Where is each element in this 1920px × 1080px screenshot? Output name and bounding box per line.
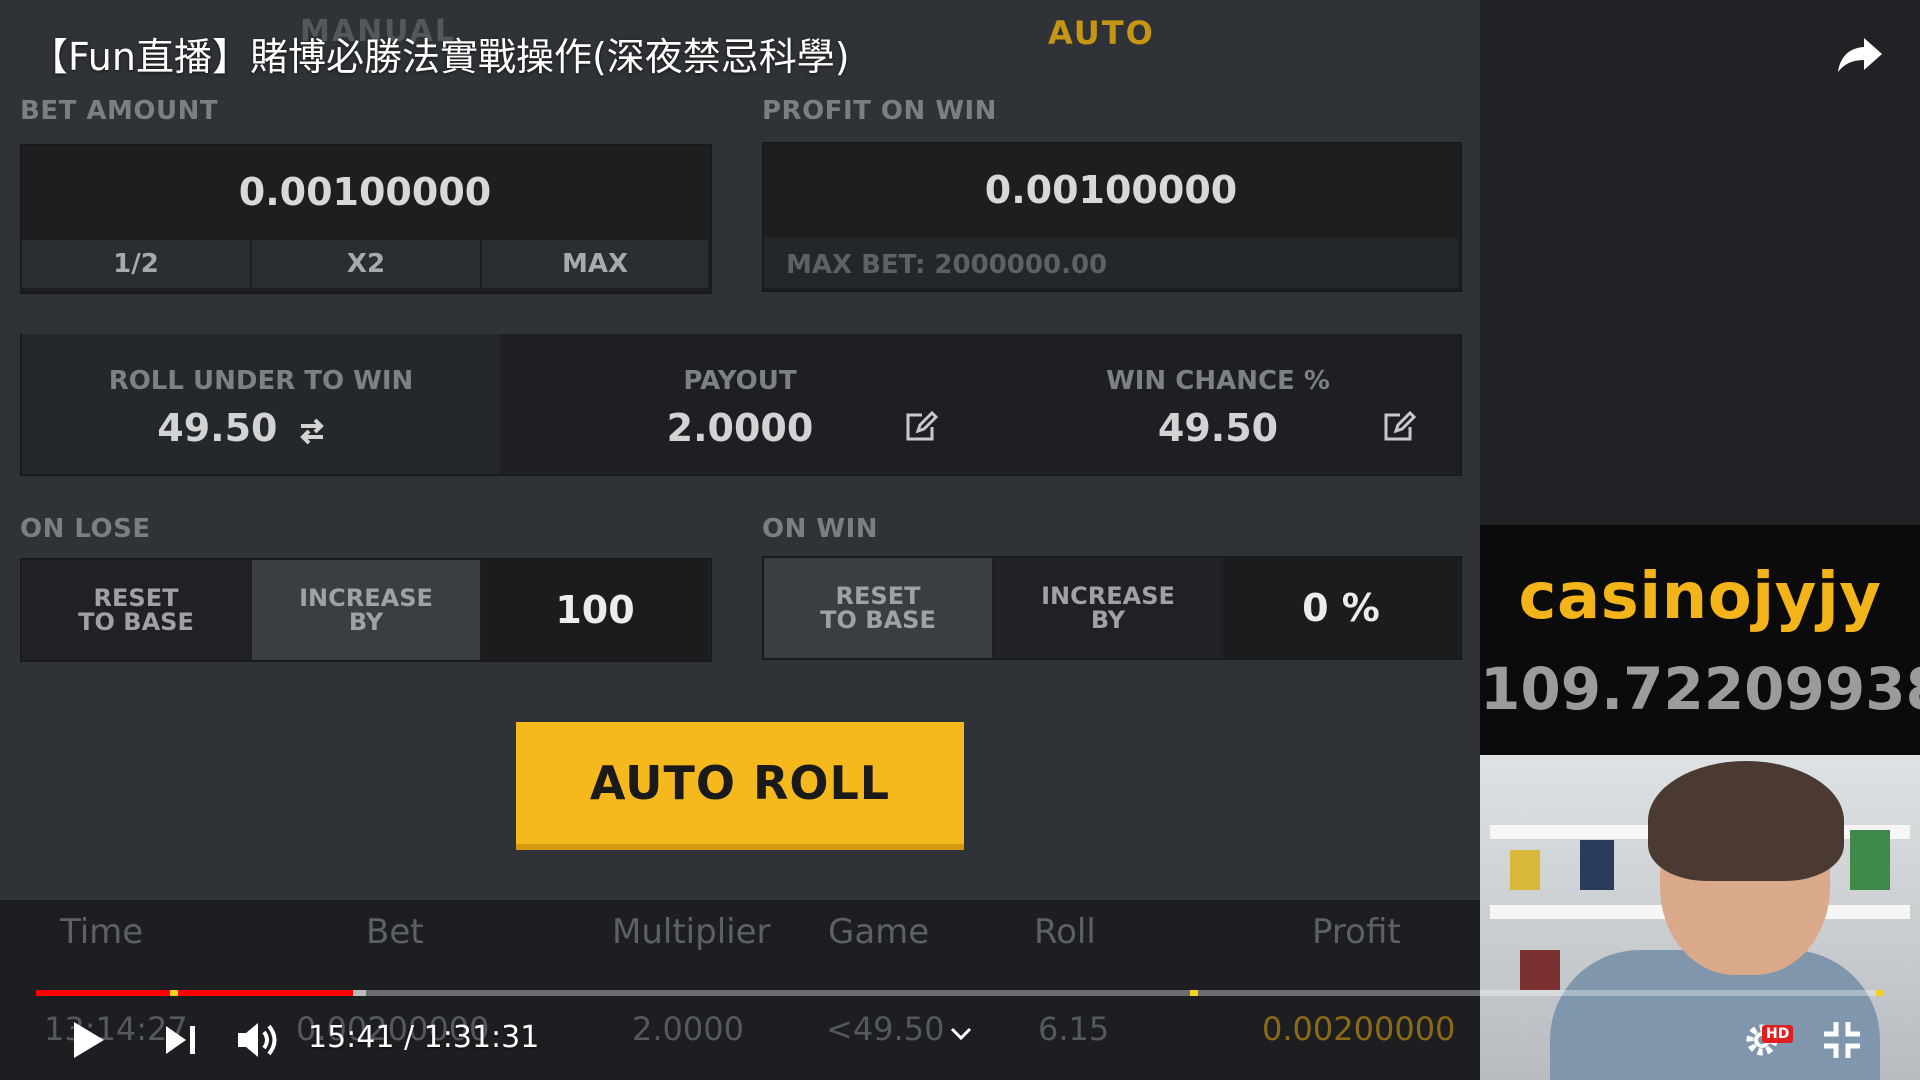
col-roll: Roll	[1034, 912, 1096, 952]
on-lose-increase-input[interactable]: 100	[482, 560, 708, 660]
exit-fullscreen-icon[interactable]	[1822, 1020, 1862, 1060]
share-icon[interactable]	[1836, 34, 1884, 74]
row-multiplier: 2.0000	[632, 1010, 744, 1048]
on-win-increase-button[interactable]: INCREASE BY	[994, 558, 1222, 658]
row-profit: 0.00200000	[1262, 1010, 1456, 1048]
progress-played	[36, 990, 353, 996]
on-lose-label: ON LOSE	[20, 514, 151, 544]
col-game: Game	[828, 912, 930, 952]
on-win-increase-input[interactable]: 0 %	[1224, 558, 1458, 658]
roll-under-value: 49.50	[22, 406, 462, 450]
chapter-marker	[170, 990, 178, 996]
hd-badge: HD	[1762, 1025, 1794, 1043]
volume-icon[interactable]	[236, 1020, 282, 1060]
roll-under-label: ROLL UNDER TO WIN	[108, 366, 414, 396]
book	[1850, 830, 1890, 890]
on-win-reset-button[interactable]: RESET TO BASE	[764, 558, 992, 658]
chapter-marker	[1876, 990, 1884, 996]
book	[1580, 840, 1614, 890]
col-bet: Bet	[366, 912, 424, 952]
max-bet-text: MAX BET: 2000000.00	[786, 250, 1108, 280]
profit-on-win-value: 0.00100000	[984, 168, 1238, 212]
on-win-label: ON WIN	[762, 514, 879, 544]
col-time: Time	[60, 912, 144, 952]
bet-amount-value[interactable]: 0.00100000	[20, 170, 710, 214]
col-multiplier: Multiplier	[612, 912, 771, 952]
swap-icon[interactable]	[297, 417, 327, 445]
half-button[interactable]: 1/2	[22, 240, 252, 288]
book	[1510, 850, 1540, 890]
max-button[interactable]: MAX	[482, 240, 708, 288]
bet-amount-label: BET AMOUNT	[20, 96, 219, 126]
chapter-marker	[1190, 990, 1198, 996]
auto-roll-button[interactable]: AUTO ROLL	[516, 722, 964, 850]
edit-icon[interactable]	[1382, 411, 1416, 443]
person-hair	[1648, 761, 1844, 881]
col-profit: Profit	[1312, 912, 1401, 952]
on-lose-reset-button[interactable]: RESET TO BASE	[22, 560, 250, 660]
play-icon[interactable]	[72, 1020, 106, 1060]
profit-on-win-label: PROFIT ON WIN	[762, 96, 997, 126]
balance-display: 109.72209938	[1480, 655, 1920, 723]
win-chance-panel: WIN CHANCE % 49.50	[978, 334, 1458, 474]
double-button[interactable]: X2	[252, 240, 482, 288]
video-title[interactable]: 【Fun直播】賭博必勝法實戰操作(深夜禁忌科學)	[30, 26, 850, 81]
payout-label: PAYOUT	[683, 366, 797, 396]
chevron-down-icon[interactable]	[950, 1026, 972, 1042]
payout-panel: PAYOUT 2.0000	[500, 334, 980, 474]
time-display: 15:41 / 1:31:31	[308, 1020, 540, 1055]
row-roll: 6.15	[1038, 1010, 1110, 1048]
streamer-name: casinojyjy	[1518, 560, 1882, 634]
roll-under-panel[interactable]: ROLL UNDER TO WIN 49.50	[22, 334, 500, 474]
book	[1520, 950, 1560, 990]
win-chance-label: WIN CHANCE %	[1106, 366, 1330, 396]
edit-icon[interactable]	[904, 411, 938, 443]
sidebar-overlay: casinojyjy 109.72209938	[1480, 0, 1920, 1080]
game-stage: MANUAL AUTO BET AMOUNT 0.00100000 1/2 X2…	[0, 0, 1480, 1080]
tab-auto[interactable]: AUTO	[1048, 14, 1155, 52]
row-game: <49.50	[826, 1010, 945, 1048]
on-lose-increase-button[interactable]: INCREASE BY	[252, 560, 480, 660]
next-icon[interactable]	[164, 1024, 198, 1056]
